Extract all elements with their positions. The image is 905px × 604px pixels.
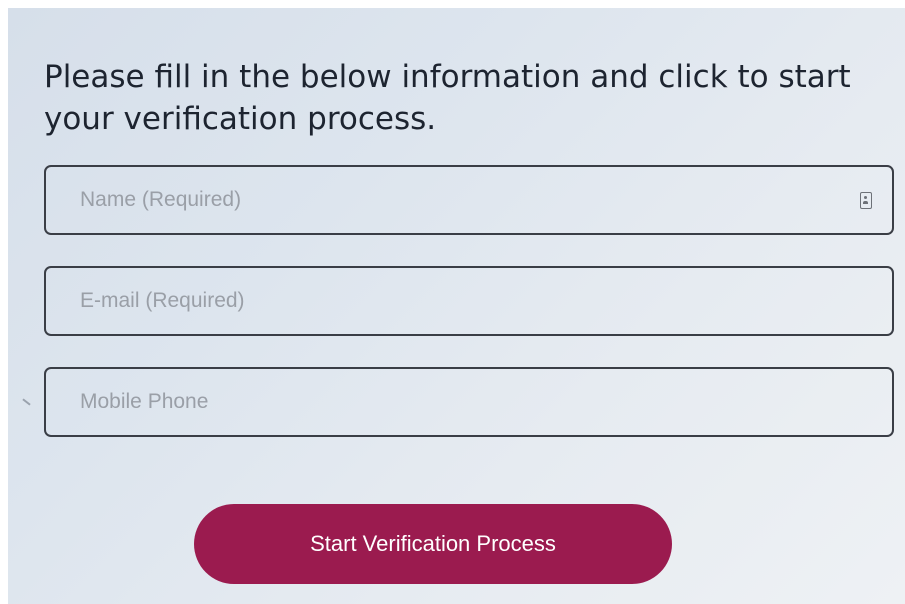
email-input[interactable] [46, 268, 892, 334]
contact-card-icon-head [864, 196, 867, 199]
verification-form-panel: Please fill in the below information and… [8, 8, 905, 604]
email-field[interactable] [44, 266, 894, 336]
name-input[interactable] [46, 167, 892, 233]
phone-field[interactable] [44, 367, 894, 437]
contact-card-icon-body [863, 201, 868, 204]
phone-input[interactable] [46, 369, 892, 435]
intro-text: Please fill in the below information and… [44, 59, 851, 137]
contact-card-icon[interactable] [860, 192, 872, 209]
name-field[interactable] [44, 165, 894, 235]
start-verification-button[interactable]: Start Verification Process [194, 504, 672, 584]
side-mark [22, 398, 31, 406]
